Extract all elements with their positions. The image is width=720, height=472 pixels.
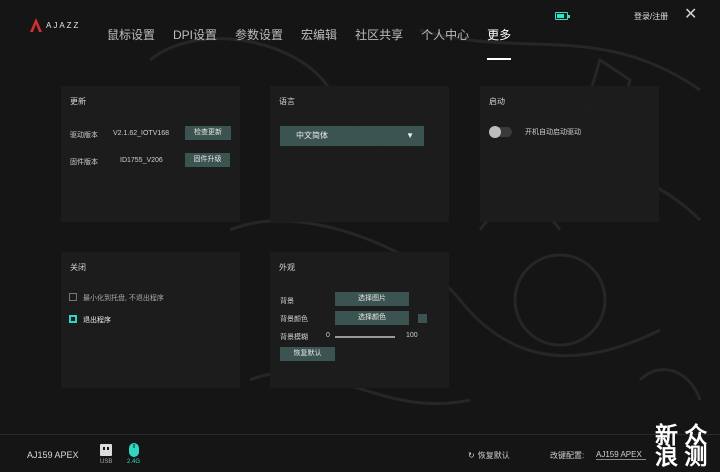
tab-dpi-settings[interactable]: DPI设置 <box>173 26 217 46</box>
language-select[interactable]: 中文简体 ▼ <box>280 126 424 146</box>
key-config-select[interactable]: AJ159 APEX <box>596 450 646 460</box>
autostart-label: 开机自动启动驱动 <box>525 129 581 136</box>
firmware-upgrade-button[interactable]: 固件升级 <box>185 153 230 167</box>
appearance-panel-title: 外观 <box>279 263 295 272</box>
language-panel-title: 语言 <box>279 97 295 106</box>
driver-version-value: V2.1.62_IOTV168 <box>113 130 170 137</box>
status-footer: AJ159 APEX USB 2.4G ↻ 恢复默认 改键配置: AJ159 A… <box>0 434 720 472</box>
reset-appearance-button[interactable]: 恢复默认 <box>280 347 335 361</box>
main-nav: 鼠标设置 DPI设置 参数设置 宏编辑 社区共享 个人中心 更多 <box>107 26 529 60</box>
startup-panel: 启动 开机自动启动驱动 <box>480 86 659 222</box>
background-color-label: 背景颜色 <box>280 316 308 323</box>
autostart-toggle[interactable] <box>489 126 512 138</box>
device-name: AJ159 APEX <box>27 450 79 460</box>
update-panel-title: 更新 <box>70 97 86 106</box>
background-illustration <box>149 28 702 406</box>
tab-more[interactable]: 更多 <box>487 26 512 60</box>
background-blur-slider[interactable] <box>335 336 395 338</box>
firmware-version-value: ID1755_V206 <box>120 157 163 164</box>
restore-default-button[interactable]: ↻ 恢复默认 <box>468 450 510 461</box>
blur-min-value: 0 <box>326 332 330 339</box>
wireless-label: 2.4G <box>127 459 141 465</box>
dropdown-arrow-icon: ▼ <box>406 131 414 140</box>
choose-color-button[interactable]: 选择颜色 <box>335 311 409 325</box>
login-register-link[interactable]: 登录/注册 <box>634 11 668 22</box>
battery-icon <box>555 12 570 20</box>
exit-program-label: 退出程序 <box>83 317 111 324</box>
usb-label: USB <box>100 459 113 465</box>
tab-community-share[interactable]: 社区共享 <box>355 26 403 46</box>
background-color-swatch[interactable] <box>418 314 427 323</box>
key-config-label: 改键配置: <box>550 451 585 460</box>
background-label: 背景 <box>280 298 294 305</box>
watermark-line-2: 浪 测 <box>655 443 708 469</box>
minimize-to-tray-checkbox[interactable] <box>69 293 77 301</box>
restore-default-label: 恢复默认 <box>477 451 510 460</box>
language-select-value: 中文简体 <box>296 131 328 140</box>
appearance-panel: 外观 背景 选择图片 背景颜色 选择颜色 背景模糊 0 100 恢复默认 <box>270 252 449 388</box>
check-update-button[interactable]: 检查更新 <box>185 126 231 140</box>
background-blur-label: 背景模糊 <box>280 334 308 341</box>
language-panel: 语言 中文简体 ▼ <box>270 86 449 222</box>
blur-max-value: 100 <box>406 332 418 339</box>
tab-parameter-settings[interactable]: 参数设置 <box>235 26 283 46</box>
tab-personal-center[interactable]: 个人中心 <box>421 26 469 46</box>
ajazz-logo-icon <box>30 18 42 32</box>
tab-mouse-settings[interactable]: 鼠标设置 <box>107 26 155 46</box>
update-panel: 更新 驱动版本 V2.1.62_IOTV168 检查更新 固件版本 ID1755… <box>61 86 240 222</box>
minimize-to-tray-label: 最小化到托盘, 不退出程序 <box>83 295 164 302</box>
close-panel-title: 关闭 <box>70 263 86 272</box>
tab-macro-editor[interactable]: 宏编辑 <box>301 26 337 46</box>
choose-image-button[interactable]: 选择图片 <box>335 292 409 306</box>
driver-version-label: 驱动版本 <box>70 132 98 139</box>
close-icon[interactable]: ✕ <box>684 6 697 24</box>
brand-logo: AJAZZ <box>30 18 80 32</box>
close-behavior-panel: 关闭 最小化到托盘, 不退出程序 退出程序 <box>61 252 240 388</box>
watermark: 新 众 浪 测 <box>655 424 708 469</box>
brand-name: AJAZZ <box>46 20 81 30</box>
firmware-version-label: 固件版本 <box>70 159 98 166</box>
exit-program-checkbox[interactable] <box>69 315 77 323</box>
refresh-icon: ↻ <box>468 451 475 460</box>
startup-panel-title: 启动 <box>489 97 505 106</box>
